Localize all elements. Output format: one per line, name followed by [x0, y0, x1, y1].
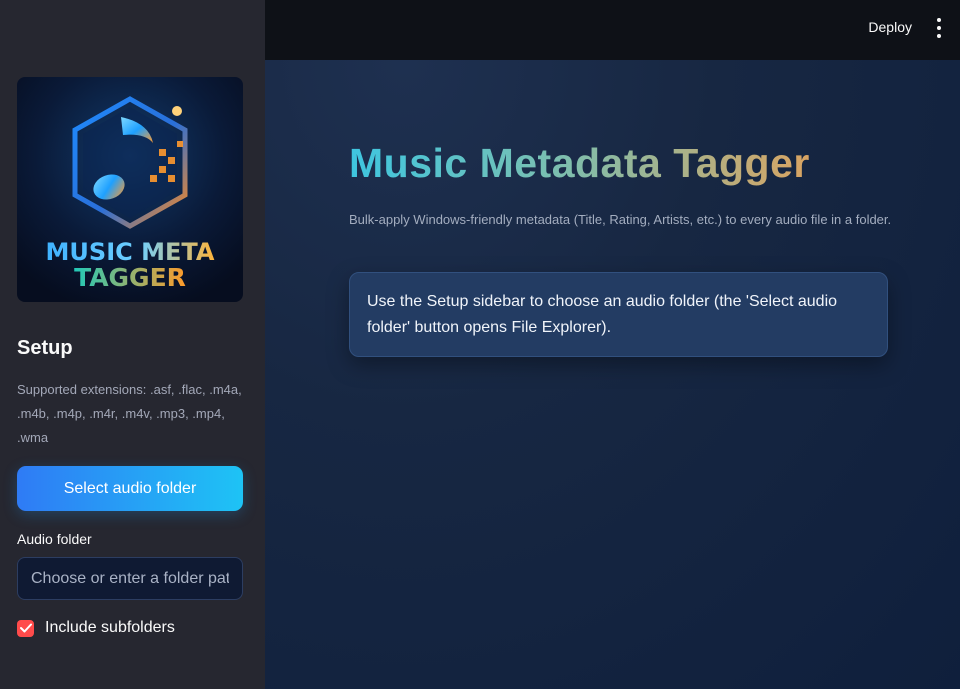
top-header: Deploy [265, 0, 960, 60]
logo-image: MUSIC META TAGGER [17, 77, 243, 302]
logo-line2: TAGGER [74, 263, 186, 292]
audio-folder-label: Audio folder [17, 531, 92, 547]
app-logo: MUSIC META TAGGER [17, 77, 243, 302]
setup-heading: Setup [17, 337, 73, 359]
select-audio-folder-button[interactable]: Select audio folder [17, 466, 243, 511]
main-content: Music Metadata Tagger Bulk-apply Windows… [265, 60, 960, 689]
page-title: Music Metadata Tagger [349, 140, 810, 186]
include-subfolders-checkbox[interactable]: Include subfolders [17, 619, 175, 637]
supported-extensions-text: Supported extensions: .asf, .flac, .m4a,… [17, 382, 242, 445]
info-alert: Use the Setup sidebar to choose an audio… [349, 272, 888, 357]
deploy-button[interactable]: Deploy [868, 19, 912, 35]
sidebar: MUSIC META TAGGER Setup Supported extens… [0, 0, 265, 689]
more-vertical-icon[interactable] [932, 18, 946, 38]
include-subfolders-label: Include subfolders [45, 619, 175, 636]
logo-line1: MUSIC META [46, 238, 215, 266]
page-subtitle: Bulk-apply Windows-friendly metadata (Ti… [349, 212, 892, 227]
audio-folder-input[interactable] [17, 557, 243, 600]
checkbox-checked-icon[interactable] [17, 619, 34, 637]
